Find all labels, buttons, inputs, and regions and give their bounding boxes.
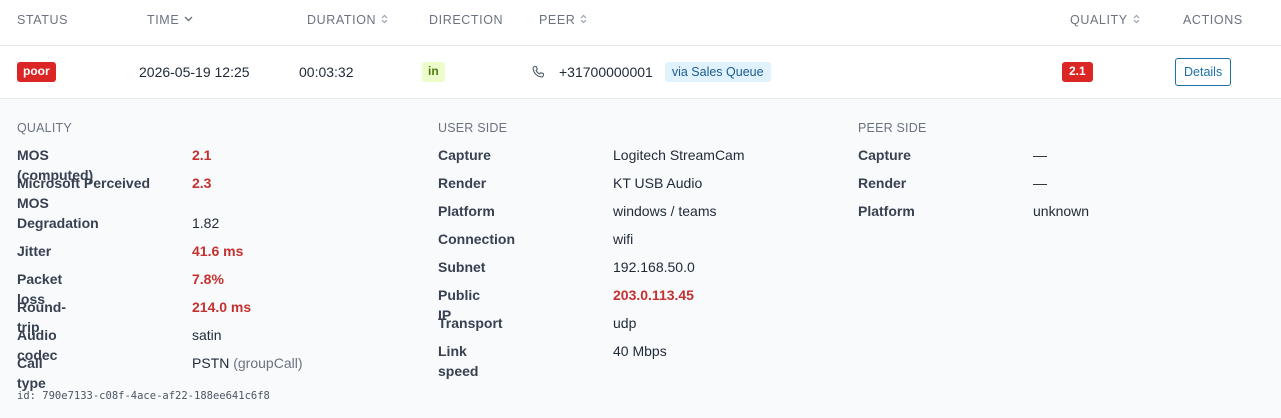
column-header-status: STATUS <box>17 13 68 27</box>
details-button[interactable]: Details <box>1175 58 1232 86</box>
mos-computed-value: 2.1 <box>192 147 212 163</box>
column-header-duration[interactable]: DURATION <box>307 13 388 27</box>
user-transport-label: Transport <box>438 315 503 331</box>
duration-cell: 00:03:32 <box>299 64 354 80</box>
user-side-section-title: USER SIDE <box>438 121 508 135</box>
user-platform-label: Platform <box>438 203 495 219</box>
column-header-peer[interactable]: PEER <box>539 13 587 27</box>
sort-updown-icon <box>381 14 388 26</box>
user-connection-value: wifi <box>613 231 634 247</box>
call-detail-panel: QUALITY MOS (computed) 2.1 Microsoft Per… <box>0 99 1281 418</box>
packet-loss-value: 7.8% <box>192 271 224 287</box>
peer-platform-label: Platform <box>858 203 915 219</box>
phone-icon <box>531 65 545 79</box>
column-header-status-label: STATUS <box>17 13 69 27</box>
table-header: STATUS TIME DURATION DIRECTION PEER QUAL… <box>0 0 1281 46</box>
direction-badge: in <box>422 62 445 82</box>
ms-perceived-mos-label: Microsoft Perceived MOS <box>17 175 151 211</box>
quality-cell: 2.1 <box>1062 46 1093 98</box>
round-trip-value: 214.0 ms <box>192 299 252 315</box>
degradation-label: Degradation <box>17 215 99 231</box>
column-header-actions: ACTIONS <box>1183 13 1243 27</box>
user-platform-value: windows / teams <box>613 203 717 219</box>
user-capture-label: Capture <box>438 147 491 163</box>
actions-cell: Details <box>1175 46 1232 98</box>
quality-score-badge: 2.1 <box>1062 62 1093 82</box>
peer-cell: +31700000001 via Sales Queue <box>531 46 771 98</box>
user-capture-value: Logitech StreamCam <box>613 147 745 163</box>
direction-cell: in <box>422 46 445 98</box>
user-render-label: Render <box>438 175 487 191</box>
user-connection-label: Connection <box>438 231 515 247</box>
peer-side-section-title: PEER SIDE <box>858 121 927 135</box>
peer-number: +31700000001 <box>559 64 653 80</box>
call-type-main: PSTN <box>192 355 230 371</box>
table-row[interactable]: poor 2026-05-19 12:25 00:03:32 in +31700… <box>0 46 1281 99</box>
user-render-value: KT USB Audio <box>613 175 703 191</box>
ms-perceived-mos-value: 2.3 <box>192 175 212 191</box>
audio-codec-value: satin <box>192 327 222 343</box>
sort-updown-icon <box>1133 14 1140 26</box>
column-header-quality-label: QUALITY <box>1070 13 1128 27</box>
status-cell: poor <box>17 46 56 98</box>
user-link-speed-label: Link speed <box>438 343 479 379</box>
call-type-value: PSTN (groupCall) <box>192 353 302 373</box>
user-link-speed-value: 40 Mbps <box>613 343 667 359</box>
column-header-direction: DIRECTION <box>429 13 503 27</box>
status-badge: poor <box>17 62 56 82</box>
chevron-down-icon <box>184 15 193 25</box>
call-type-extra: (groupCall) <box>233 355 303 371</box>
quality-section-title: QUALITY <box>17 121 72 135</box>
call-type-label: Call type <box>17 355 46 391</box>
call-table: STATUS TIME DURATION DIRECTION PEER QUAL… <box>0 0 1281 418</box>
via-queue-badge: via Sales Queue <box>664 61 771 83</box>
jitter-value: 41.6 ms <box>192 243 244 259</box>
sort-updown-icon <box>580 14 587 26</box>
time-cell: 2026-05-19 12:25 <box>139 64 250 80</box>
column-header-peer-label: PEER <box>539 13 576 27</box>
peer-render-value: — <box>1033 175 1047 191</box>
peer-platform-value: unknown <box>1033 203 1090 219</box>
call-id: id: 790e7133-c08f-4ace-af22-188ee641c6f8 <box>17 390 270 402</box>
peer-capture-value: — <box>1033 147 1047 163</box>
user-public-ip-value: 203.0.113.45 <box>613 287 694 303</box>
degradation-value: 1.82 <box>192 215 220 231</box>
column-header-time-label: TIME <box>147 13 180 27</box>
column-header-actions-label: ACTIONS <box>1183 13 1243 27</box>
user-subnet-value: 192.168.50.0 <box>613 259 695 275</box>
peer-render-label: Render <box>858 175 907 191</box>
peer-capture-label: Capture <box>858 147 911 163</box>
user-transport-value: udp <box>613 315 637 331</box>
column-header-time[interactable]: TIME <box>147 13 193 27</box>
column-header-quality[interactable]: QUALITY <box>1070 13 1140 27</box>
column-header-duration-label: DURATION <box>307 13 377 27</box>
user-subnet-label: Subnet <box>438 259 486 275</box>
column-header-direction-label: DIRECTION <box>429 13 504 27</box>
jitter-label: Jitter <box>17 243 52 259</box>
